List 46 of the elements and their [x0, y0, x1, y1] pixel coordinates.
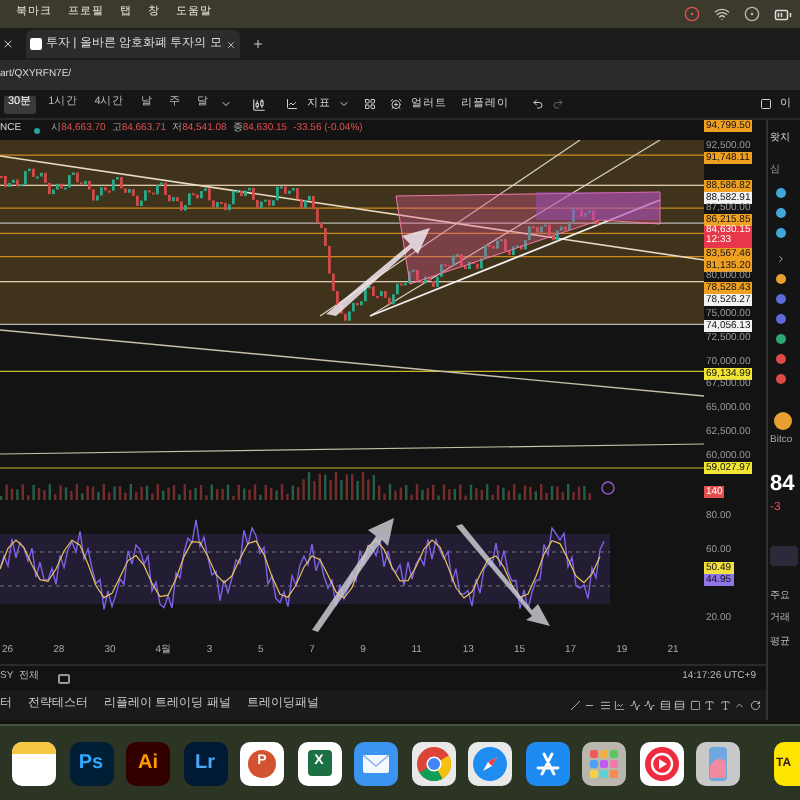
layout-grid-icon[interactable] — [364, 98, 377, 110]
up-arrow — [312, 518, 394, 632]
chevron-down-icon[interactable] — [220, 98, 233, 110]
browser-app-icon[interactable] — [411, 741, 455, 785]
new-tab-icon[interactable] — [251, 38, 264, 50]
asset-price: 84 — [770, 473, 795, 495]
status-icon[interactable] — [744, 6, 760, 22]
close-icon[interactable] — [2, 38, 14, 50]
alarm-clock-icon[interactable] — [390, 98, 403, 110]
lightroom-app-icon[interactable]: Lr — [183, 741, 227, 785]
up-arrow — [326, 228, 430, 316]
wifi-icon[interactable] — [714, 6, 730, 22]
chevron-up-icon[interactable] — [734, 699, 745, 711]
mail-app-icon[interactable] — [354, 741, 398, 785]
square-icon[interactable] — [689, 699, 700, 711]
illustrator-app-icon[interactable]: Ai — [126, 741, 170, 785]
phone-mirror-icon[interactable] — [696, 741, 740, 785]
text-icon[interactable] — [704, 699, 715, 711]
rows-icon[interactable] — [674, 699, 685, 711]
chevron-icon[interactable] — [776, 254, 786, 264]
square-icon[interactable] — [760, 98, 772, 110]
text-icon[interactable] — [719, 699, 730, 711]
favicon-icon — [30, 38, 42, 50]
lines-icon[interactable] — [599, 699, 610, 711]
down-arrow — [456, 524, 550, 626]
app-store-icon[interactable] — [525, 741, 569, 785]
candles-icon[interactable] — [252, 97, 267, 111]
chart-icon[interactable] — [57, 673, 70, 683]
coin-icon — [774, 412, 792, 430]
music-app-icon[interactable] — [639, 741, 683, 785]
refresh-icon[interactable] — [749, 699, 760, 711]
undo-icon[interactable] — [532, 98, 545, 110]
redo-icon[interactable] — [552, 98, 565, 110]
diagonal-line-icon[interactable] — [569, 699, 580, 711]
chart-line-icon[interactable] — [286, 98, 299, 110]
battery-icon[interactable] — [774, 5, 792, 23]
chevron-down-icon[interactable] — [338, 98, 351, 110]
horizontal-line-icon[interactable] — [584, 699, 595, 711]
indicator-icon[interactable] — [601, 481, 615, 495]
range-box — [536, 192, 660, 220]
photoshop-app-icon[interactable]: Ps — [69, 741, 113, 785]
compass-app-icon[interactable] — [468, 741, 512, 785]
notes-app-icon[interactable] — [12, 741, 56, 785]
app-grid-icon[interactable] — [582, 741, 626, 785]
rows-icon[interactable] — [659, 699, 670, 711]
status-icon[interactable] — [684, 6, 700, 22]
